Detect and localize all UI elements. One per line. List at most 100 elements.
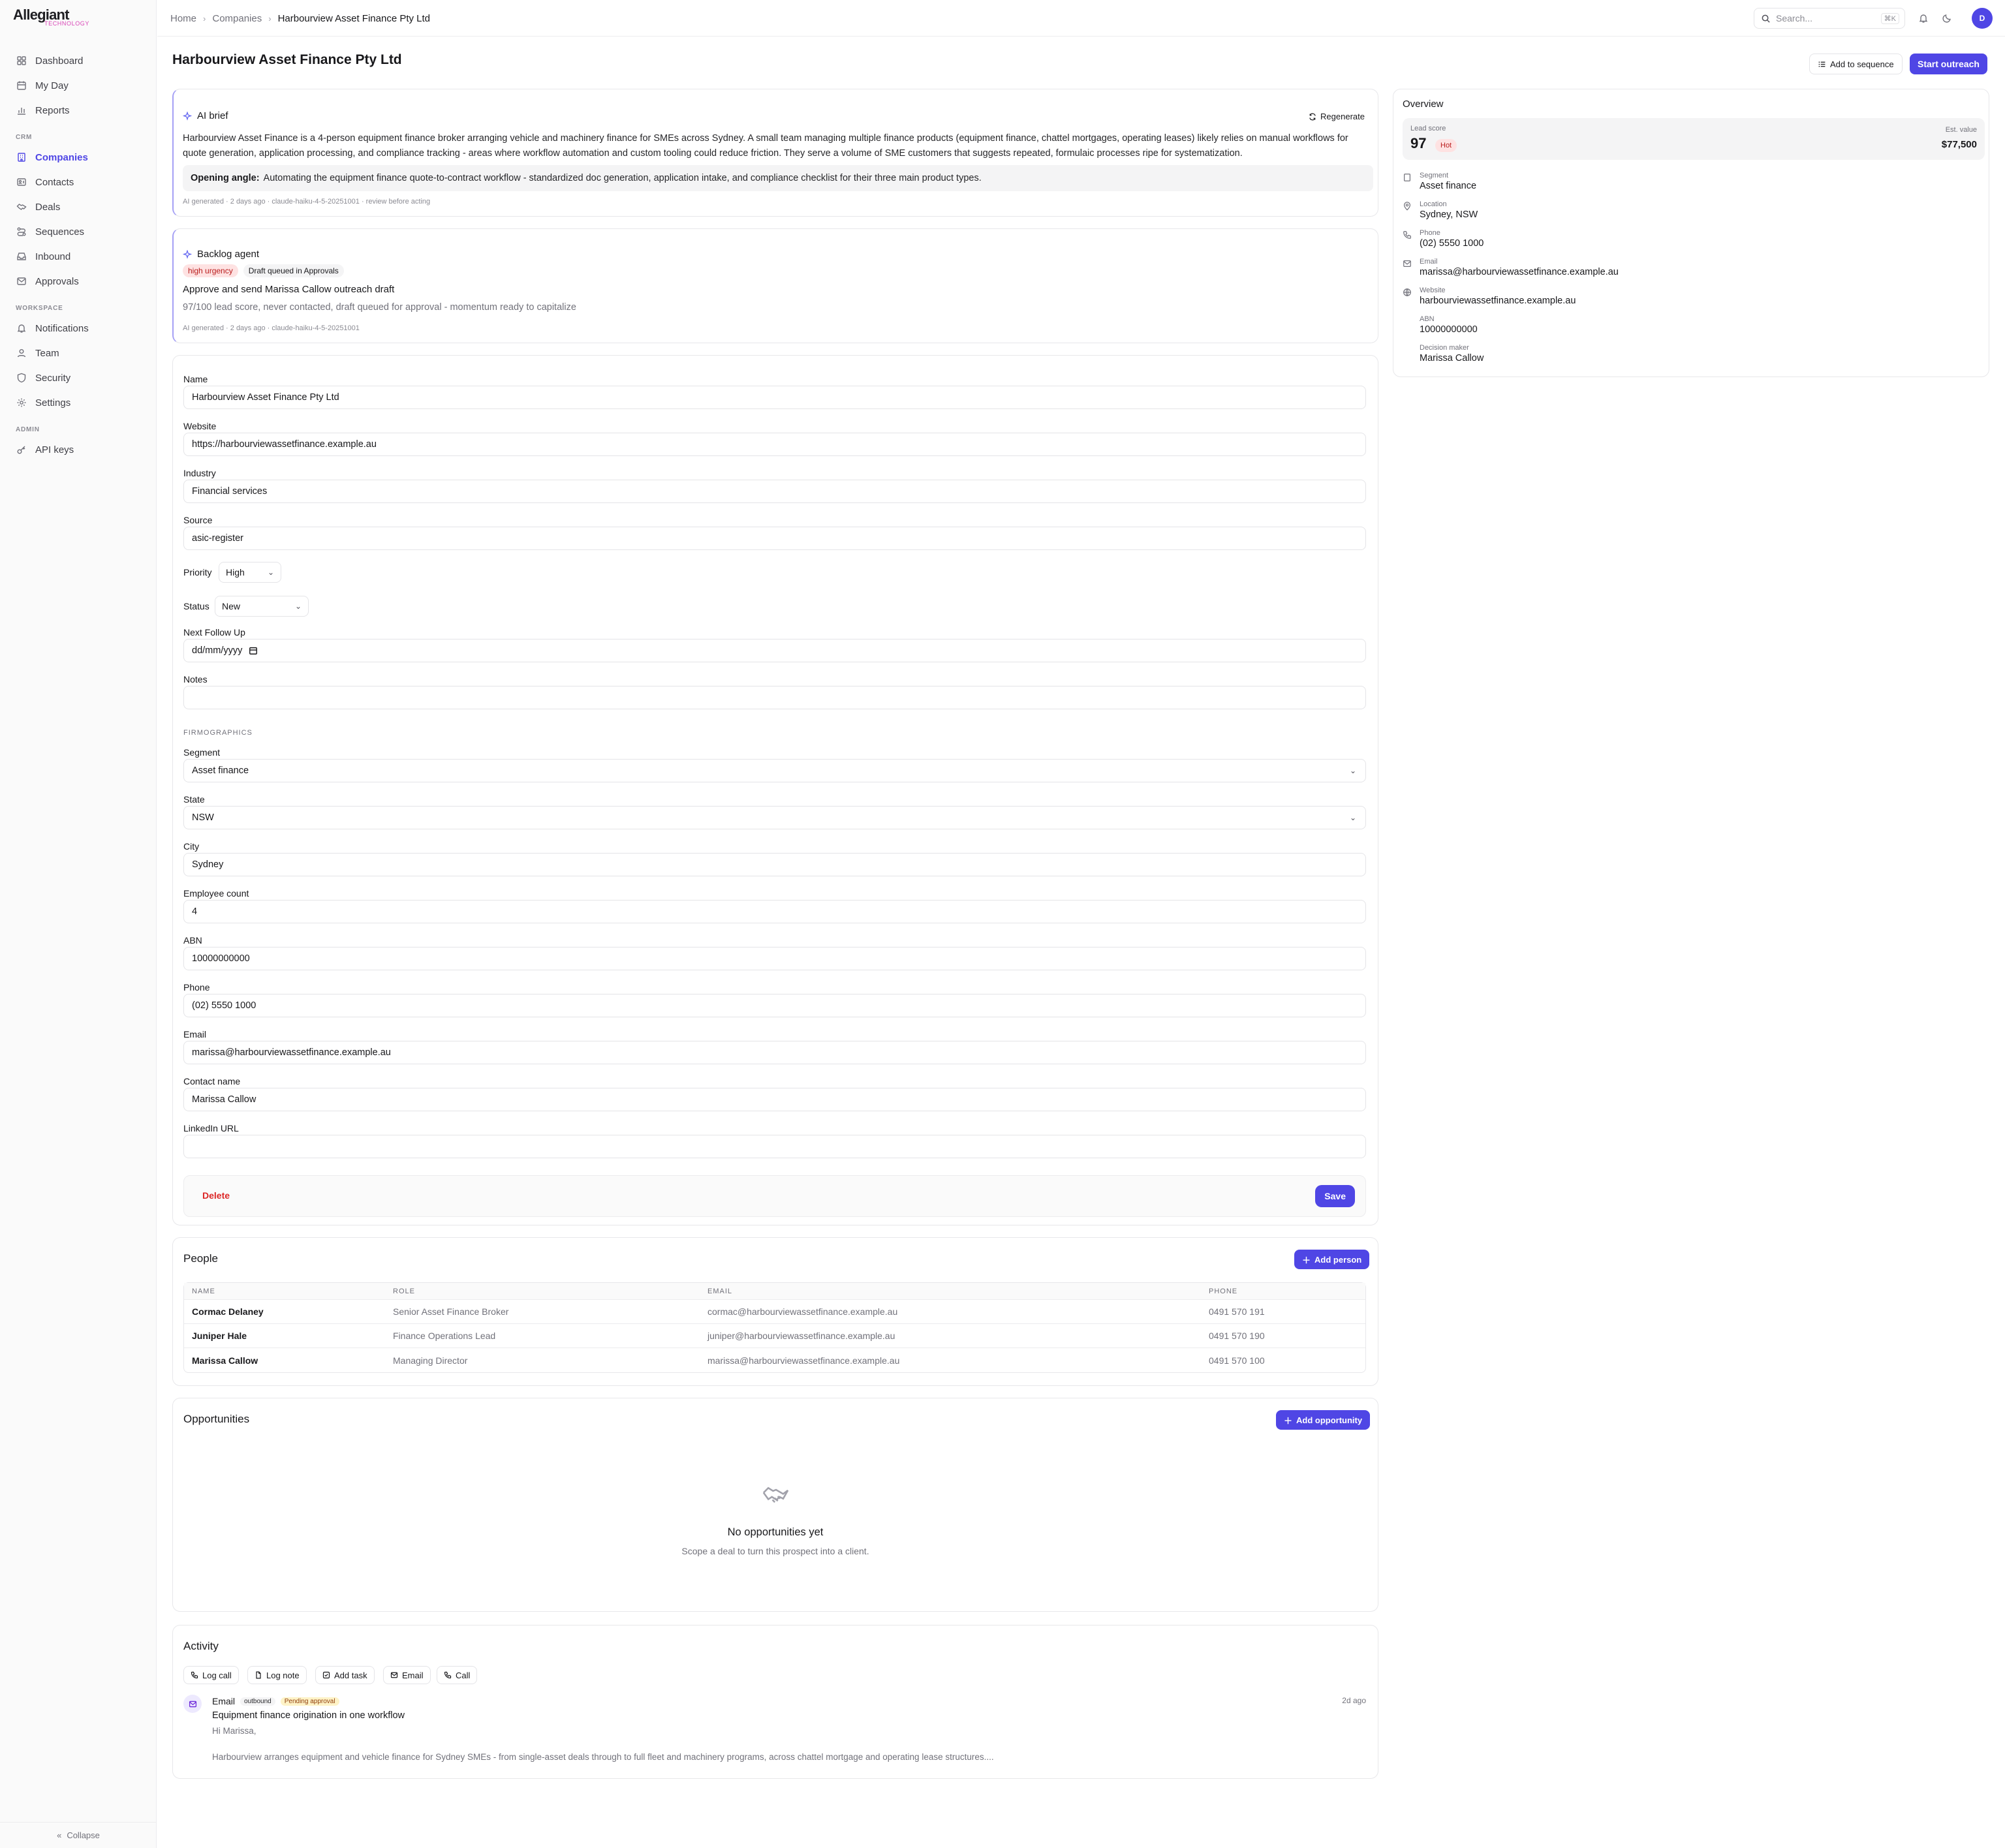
sidebar-item-contacts[interactable]: Contacts (8, 170, 149, 194)
source-field[interactable]: asic-register (183, 527, 1366, 550)
sidebar-item-label: Notifications (35, 322, 89, 334)
breadcrumb-home[interactable]: Home (170, 13, 196, 24)
sidebar-item-team[interactable]: Team (8, 341, 149, 365)
name-field[interactable]: Harbourview Asset Finance Pty Ltd (183, 386, 1366, 409)
overview-segment: Segment Asset finance (1403, 172, 1476, 191)
backlog-meta: AI generated · 2 days ago · claude-haiku… (183, 324, 360, 332)
sidebar-item-label: Approvals (35, 275, 79, 287)
decision-maker-value: Marissa Callow (1420, 353, 1484, 363)
website-field[interactable]: https://harbourviewassetfinance.example.… (183, 433, 1366, 456)
bell-icon[interactable] (1914, 9, 1933, 27)
empty-state-title: No opportunities yet (727, 1526, 824, 1538)
email-value[interactable]: marissa@harbourviewassetfinance.example.… (1420, 267, 1619, 277)
contact-name-field[interactable]: Marissa Callow (183, 1088, 1366, 1111)
lead-score-value: 97 (1410, 135, 1427, 151)
sidebar-item-my-day[interactable]: My Day (8, 73, 149, 98)
add-opportunity-button[interactable]: ＋ Add opportunity (1276, 1410, 1371, 1430)
table-row[interactable]: Juniper Hale Finance Operations Lead jun… (184, 1324, 1365, 1348)
segment-value: Asset finance (192, 765, 249, 776)
employee-count-field[interactable]: 4 (183, 900, 1366, 923)
hot-badge: Hot (1435, 139, 1457, 152)
phone-field[interactable]: (02) 5550 1000 (183, 994, 1366, 1017)
abn-field[interactable]: 10000000000 (183, 947, 1366, 970)
add-person-button[interactable]: ＋ Add person (1294, 1250, 1370, 1269)
log-note-button[interactable]: Log note (247, 1666, 307, 1684)
sidebar-item-deals[interactable]: Deals (8, 194, 149, 219)
email-button[interactable]: Email (383, 1666, 431, 1684)
website-value[interactable]: harbourviewassetfinance.example.au (1420, 296, 1576, 306)
start-outreach-button[interactable]: Start outreach (1910, 54, 1987, 74)
opportunities-card: Opportunities ＋ Add opportunity No oppor… (172, 1398, 1378, 1612)
sidebar-item-approvals[interactable]: Approvals (8, 269, 149, 294)
person-phone: 0491 570 190 (1209, 1331, 1265, 1341)
segment-select[interactable]: Asset finance ⌄ (183, 759, 1366, 782)
activity-card: Activity Log call Log note Add task Emai… (172, 1625, 1378, 1779)
sidebar-item-sequences[interactable]: Sequences (8, 219, 149, 244)
file-icon (255, 1671, 262, 1679)
table-row[interactable]: Marissa Callow Managing Director marissa… (184, 1348, 1365, 1372)
ai-brief-meta: AI generated · 2 days ago · claude-haiku… (183, 198, 431, 206)
delete-button[interactable]: Delete (202, 1190, 230, 1201)
industry-field[interactable]: Financial services (183, 480, 1366, 503)
person-name[interactable]: Cormac Delaney (192, 1300, 264, 1323)
chevron-right-icon: › (203, 13, 206, 23)
brand-logo[interactable]: Allegiant TECHNOLOGY (13, 7, 89, 27)
avatar[interactable]: D (1972, 8, 1993, 29)
moon-icon[interactable] (1938, 9, 1956, 27)
breadcrumb-companies[interactable]: Companies (212, 13, 262, 24)
add-task-button[interactable]: Add task (315, 1666, 375, 1684)
follow-up-date-field[interactable]: dd/mm/yyyy (183, 639, 1366, 662)
sidebar-item-label: Deals (35, 201, 61, 213)
collapse-button[interactable]: « Collapse (0, 1822, 157, 1848)
regenerate-button[interactable]: Regenerate (1309, 112, 1365, 121)
sidebar-item-api-keys[interactable]: API keys (8, 437, 149, 462)
sidebar-item-notifications[interactable]: Notifications (8, 316, 149, 341)
sidebar-item-label: Sequences (35, 226, 85, 238)
person-name[interactable]: Marissa Callow (192, 1348, 258, 1372)
phone-value[interactable]: (02) 5550 1000 (1420, 238, 1484, 249)
ai-brief-card: AI brief Regenerate Harbourview Asset Fi… (172, 89, 1378, 217)
sidebar-item-settings[interactable]: Settings (8, 390, 149, 415)
direction-badge: outbound (240, 1697, 275, 1706)
overview-decision-maker: Decision maker Marissa Callow (1403, 344, 1484, 363)
building-icon (16, 151, 27, 163)
lead-score-box: Lead score 97 Hot Est. value $77,500 (1403, 118, 1985, 160)
log-note-label: Log note (266, 1670, 300, 1680)
activity-type-label: Email (212, 1696, 236, 1706)
people-table: NAME ROLE EMAIL PHONE Cormac Delaney Sen… (183, 1282, 1366, 1373)
user-icon (16, 347, 27, 359)
sidebar-item-inbound[interactable]: Inbound (8, 244, 149, 269)
status-label: Status (183, 601, 210, 611)
save-button[interactable]: Save (1315, 1185, 1355, 1207)
sidebar-item-reports[interactable]: Reports (8, 98, 149, 123)
overview-abn: ABN 10000000000 (1403, 315, 1478, 335)
sidebar-item-security[interactable]: Security (8, 365, 149, 390)
log-call-button[interactable]: Log call (183, 1666, 239, 1684)
call-button[interactable]: Call (437, 1666, 478, 1684)
activity-item[interactable]: Email outbound Pending approval 2d ago E… (183, 1695, 1366, 1766)
follow-up-label: Next Follow Up (183, 627, 245, 638)
mail-check-icon (16, 275, 27, 287)
priority-select[interactable]: High ⌄ (219, 562, 281, 583)
search-input[interactable]: Search... ⌘K (1754, 8, 1905, 29)
calendar-icon[interactable] (249, 646, 258, 655)
search-icon (1761, 14, 1771, 23)
calendar-icon (16, 80, 27, 91)
linkedin-field[interactable] (183, 1135, 1366, 1158)
state-select[interactable]: NSW ⌄ (183, 806, 1366, 829)
globe-icon (1403, 288, 1413, 298)
table-row[interactable]: Cormac Delaney Senior Asset Finance Brok… (184, 1300, 1365, 1324)
sidebar-item-dashboard[interactable]: Dashboard (8, 48, 149, 73)
city-field[interactable]: Sydney (183, 853, 1366, 876)
sidebar-item-companies[interactable]: Companies (8, 145, 149, 170)
add-to-sequence-button[interactable]: Add to sequence (1809, 54, 1903, 74)
log-call-label: Log call (202, 1670, 232, 1680)
person-email: marissa@harbourviewassetfinance.example.… (707, 1355, 900, 1366)
notes-field[interactable] (183, 686, 1366, 709)
email-field[interactable]: marissa@harbourviewassetfinance.example.… (183, 1041, 1366, 1064)
status-select[interactable]: New ⌄ (215, 596, 309, 617)
person-name[interactable]: Juniper Hale (192, 1324, 247, 1348)
ai-brief-body: Harbourview Asset Finance is a 4-person … (183, 133, 1348, 159)
column-name: NAME (192, 1287, 215, 1295)
sidebar-section-workspace: WORKSPACE (16, 305, 63, 312)
